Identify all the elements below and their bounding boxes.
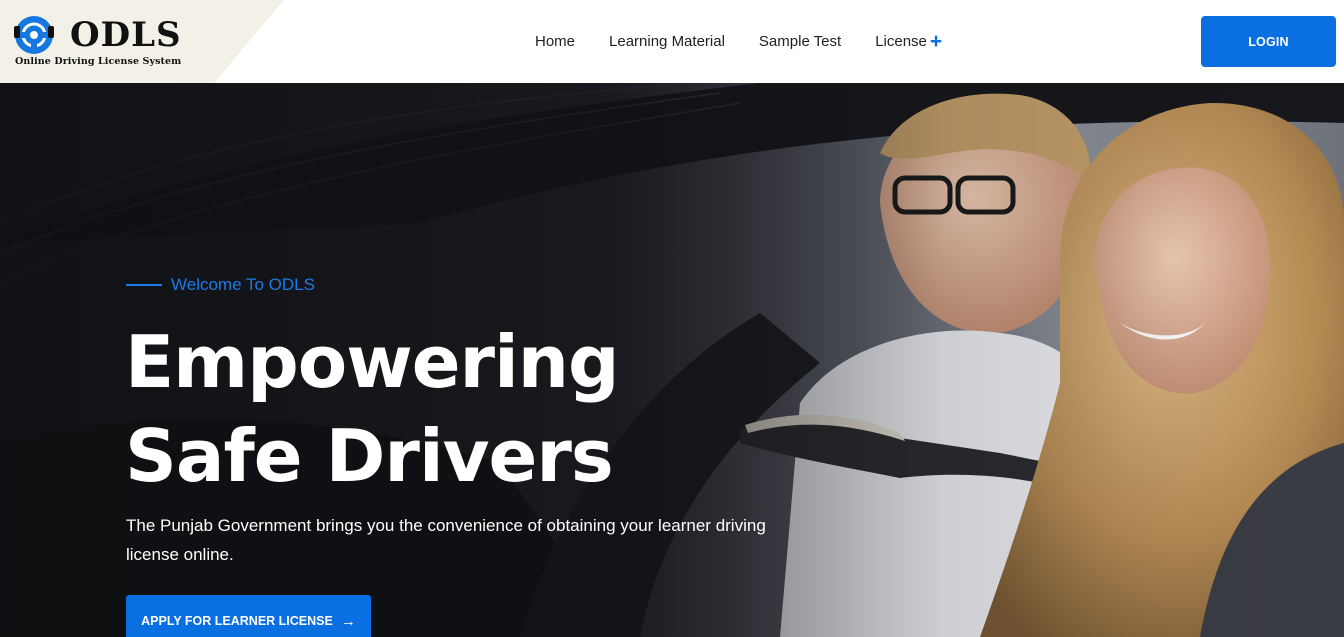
hero-headline-line-1: Empowering	[125, 320, 620, 404]
site-logo[interactable]: ODLS Online Driving License System	[13, 12, 213, 72]
hero-headline: Empowering Safe Drivers	[125, 315, 825, 503]
steering-wheel-icon	[14, 16, 54, 54]
nav-item-home[interactable]: Home	[535, 33, 575, 50]
hero-headline-line-2: Safe Drivers	[125, 414, 614, 498]
nav-item-sample-test[interactable]: Sample Test	[759, 33, 841, 50]
logo-subtitle: Online Driving License System	[15, 56, 182, 67]
plus-icon: +	[929, 30, 943, 53]
main-nav: Home Learning Material Sample Test Licen…	[535, 0, 942, 83]
logo-title: ODLS	[70, 15, 182, 55]
nav-item-learning-material[interactable]: Learning Material	[609, 33, 725, 50]
site-header: ODLS Online Driving License System Home …	[0, 0, 1344, 83]
nav-item-license[interactable]: License +	[875, 30, 943, 53]
welcome-text: Welcome To ODLS	[171, 275, 315, 294]
apply-button-label: APPLY FOR LEARNER LICENSE	[141, 614, 333, 628]
welcome-divider	[126, 284, 162, 286]
nav-item-license-label: License	[875, 33, 927, 50]
hero-section: Welcome To ODLS Empowering Safe Drivers …	[0, 83, 1344, 637]
apply-learner-license-button[interactable]: APPLY FOR LEARNER LICENSE →	[126, 595, 371, 637]
arrow-right-icon: →	[340, 612, 356, 630]
login-button[interactable]: LOGIN	[1201, 16, 1336, 67]
welcome-tagline: Welcome To ODLS	[126, 275, 315, 295]
hero-description: The Punjab Government brings you the con…	[126, 516, 766, 564]
